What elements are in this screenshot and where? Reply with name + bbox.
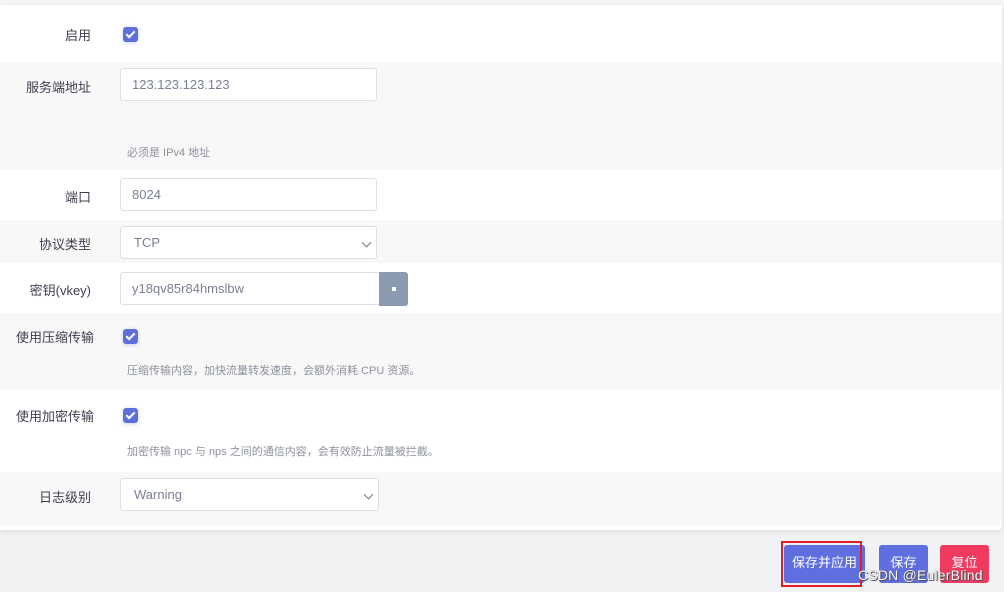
row-protocol: 协议类型 TCP bbox=[0, 220, 1002, 263]
chevron-down-icon bbox=[358, 479, 378, 510]
crypt-help: 加密传输 npc 与 nps 之间的通信内容，会有效防止流量被拦截。 bbox=[127, 446, 439, 458]
row-enable: 启用 bbox=[0, 5, 1002, 62]
dot-icon bbox=[392, 287, 396, 291]
row-log-level: 日志级别 Warning bbox=[0, 472, 1002, 526]
row-vkey: 密钥(vkey) y18qv85r84hmslbw bbox=[0, 263, 1002, 313]
row-port: 端口 8024 bbox=[0, 170, 1002, 220]
port-input[interactable]: 8024 bbox=[120, 178, 377, 211]
compress-label: 使用压缩传输 bbox=[16, 330, 95, 345]
chevron-down-icon bbox=[356, 227, 376, 258]
row-crypt: 使用加密传输 加密传输 npc 与 nps 之间的通信内容，会有效防止流量被拦截… bbox=[0, 390, 1002, 472]
crypt-label: 使用加密传输 bbox=[16, 409, 95, 424]
server-address-help: 必须是 IPv4 地址 bbox=[127, 147, 211, 159]
row-server-address: 服务端地址 123.123.123.123 必须是 IPv4 地址 bbox=[0, 62, 1002, 170]
protocol-label: 协议类型 bbox=[38, 237, 91, 252]
protocol-select[interactable]: TCP bbox=[120, 226, 377, 259]
vkey-input[interactable]: y18qv85r84hmslbw bbox=[120, 272, 380, 305]
compress-checkbox[interactable] bbox=[123, 329, 138, 344]
settings-card: 启用 服务端地址 123.123.123.123 必须是 IPv4 地址 端口 … bbox=[0, 5, 1002, 530]
log-level-label: 日志级别 bbox=[38, 490, 91, 505]
log-level-selected-value: Warning bbox=[134, 487, 182, 502]
watermark: CSDN @EulerBlind bbox=[858, 567, 983, 583]
vkey-label: 密钥(vkey) bbox=[29, 283, 91, 298]
row-compress: 使用压缩传输 压缩传输内容，加快流量转发速度，会额外消耗 CPU 资源。 bbox=[0, 313, 1002, 390]
server-address-label: 服务端地址 bbox=[25, 80, 91, 95]
highlight-annotation bbox=[781, 541, 862, 587]
crypt-checkbox[interactable] bbox=[123, 408, 138, 423]
enable-checkbox[interactable] bbox=[123, 27, 138, 42]
port-label: 端口 bbox=[64, 190, 91, 205]
server-address-input[interactable]: 123.123.123.123 bbox=[120, 68, 377, 101]
protocol-selected-value: TCP bbox=[134, 235, 160, 250]
enable-label: 启用 bbox=[64, 28, 91, 43]
log-level-select[interactable]: Warning bbox=[120, 478, 379, 511]
compress-help: 压缩传输内容，加快流量转发速度，会额外消耗 CPU 资源。 bbox=[127, 365, 421, 377]
reveal-password-button[interactable] bbox=[379, 272, 408, 306]
